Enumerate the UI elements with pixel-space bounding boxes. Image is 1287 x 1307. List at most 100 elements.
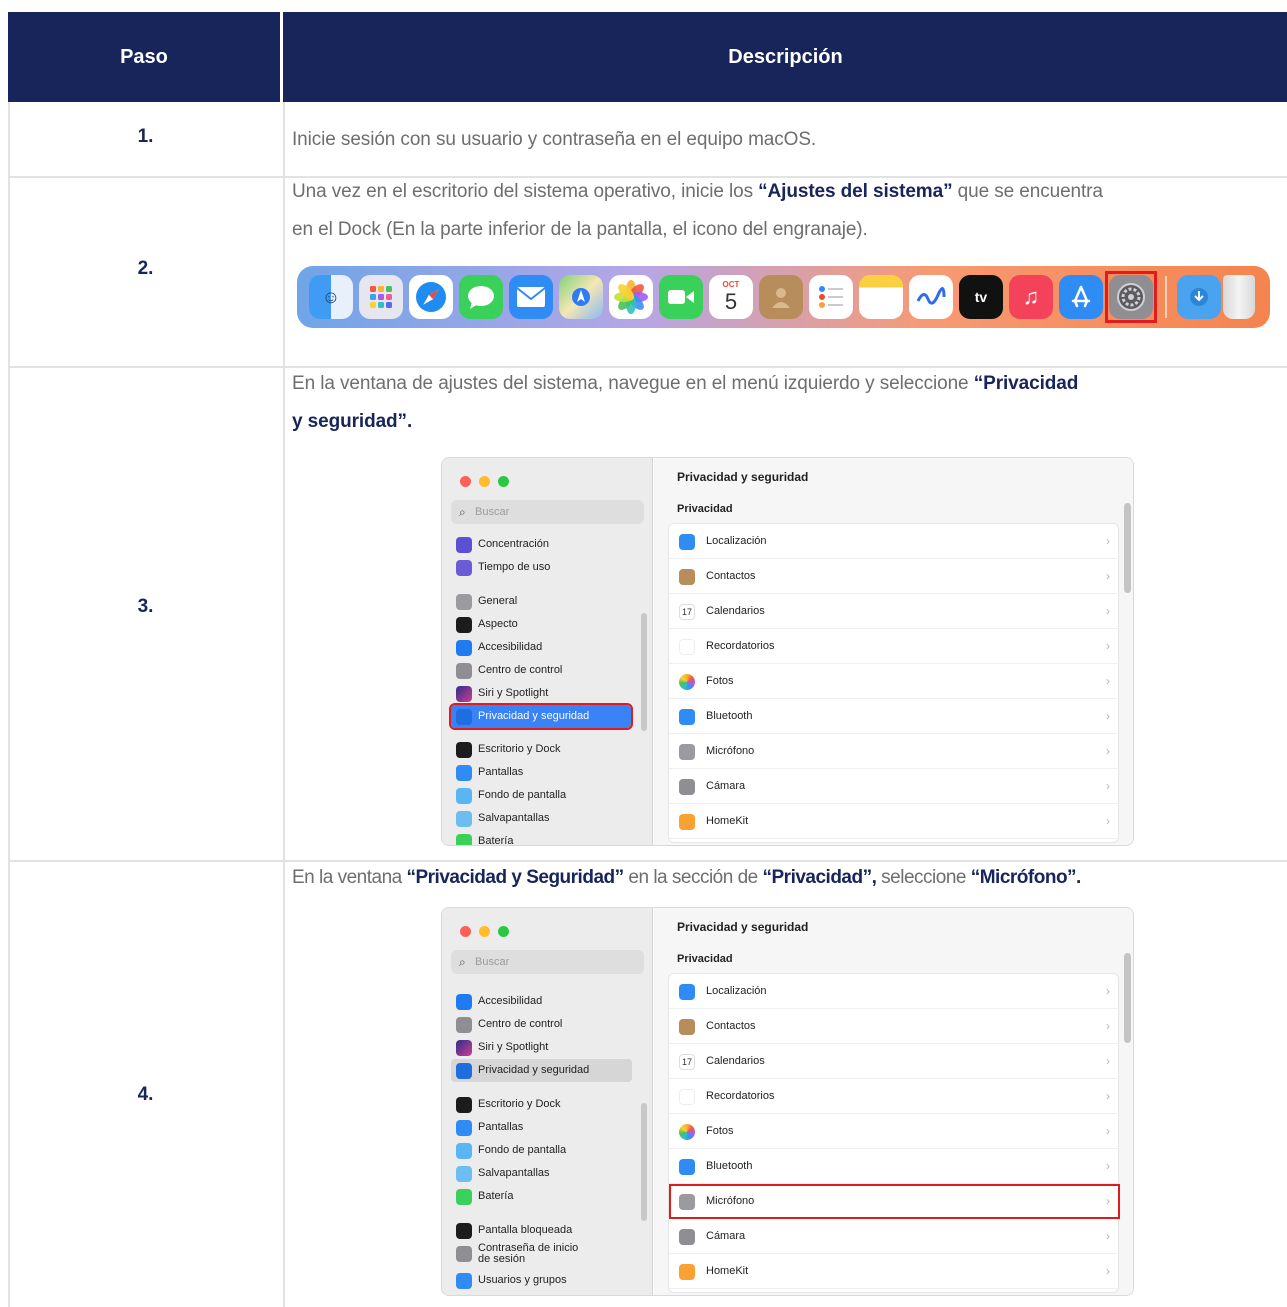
sidebar-item-bateria[interactable]: Batería (451, 830, 631, 845)
sidebar-item-aspecto[interactable]: Aspecto (451, 613, 631, 636)
sidebar-item-concentracion[interactable]: Concentración (451, 533, 631, 556)
photos-icon[interactable] (609, 275, 653, 319)
sidebar-item-siri[interactable]: Siri y Spotlight (451, 1036, 631, 1059)
app-store-icon[interactable] (1059, 275, 1103, 319)
sidebar-item-salvapantallas[interactable]: Salvapantallas (451, 807, 631, 830)
list-item-bluetooth[interactable]: Bluetooth › (669, 1149, 1120, 1184)
freeform-icon[interactable] (909, 275, 953, 319)
sidebar-item-contrasena[interactable]: Contraseña de inicio de sesión (451, 1239, 631, 1269)
sidebar-item-label: Escritorio y Dock (478, 743, 561, 755)
sidebar-scrollbar[interactable] (641, 1103, 647, 1221)
sidebar-item-label: Centro de control (478, 1018, 563, 1030)
sidebar-item-escritorio-dock[interactable]: Escritorio y Dock (451, 738, 631, 761)
text-segment: En la ventana de ajustes del sistema, na… (292, 373, 974, 394)
list-item-label: Localización (706, 535, 767, 547)
close-icon[interactable] (460, 926, 471, 937)
list-item-localizacion[interactable]: Localización › (669, 974, 1120, 1009)
sidebar-item-privacidad[interactable]: Privacidad y seguridad (451, 1059, 632, 1082)
launchpad-icon[interactable] (359, 275, 403, 319)
downloads-icon[interactable] (1177, 275, 1221, 319)
calendar-icon[interactable]: OCT 5 (709, 275, 753, 319)
settings-main-pane: Privacidad y seguridad Privacidad Locali… (654, 458, 1133, 845)
safari-icon[interactable] (409, 275, 453, 319)
list-item-microfono[interactable]: Micrófono › (669, 1184, 1120, 1219)
search-placeholder: Buscar (475, 506, 510, 518)
zoom-icon[interactable] (498, 926, 509, 937)
sidebar-item-label: Privacidad y seguridad (478, 1064, 590, 1076)
contacts-icon (679, 569, 695, 585)
close-icon[interactable] (460, 476, 471, 487)
notes-icon[interactable] (859, 275, 903, 319)
sidebar-scrollbar[interactable] (641, 613, 647, 731)
maps-icon[interactable] (559, 275, 603, 319)
list-item-contactos[interactable]: Contactos › (669, 1009, 1120, 1044)
sidebar-item-label: Privacidad y seguridad (478, 710, 590, 722)
list-item-camara[interactable]: Cámara › (669, 1219, 1120, 1254)
list-item-calendarios[interactable]: 17 Calendarios › (669, 594, 1120, 629)
contacts-icon[interactable] (759, 275, 803, 319)
sidebar-item-pantallas[interactable]: Pantallas (451, 1116, 631, 1139)
sidebar-item-centro-de-control[interactable]: Centro de control (451, 659, 631, 682)
mail-icon[interactable] (509, 275, 553, 319)
list-item-label: Bluetooth (706, 1160, 753, 1172)
sidebar-item-label: Aspecto (478, 618, 518, 630)
chevron-right-icon: › (1106, 1019, 1110, 1033)
sidebar-item-general[interactable]: General (451, 590, 631, 613)
sidebar-item-fondo[interactable]: Fondo de pantalla (451, 1139, 631, 1162)
messages-icon[interactable] (459, 275, 503, 319)
search-input[interactable]: ⌕ Buscar (451, 500, 644, 524)
sidebar-item-accesibilidad[interactable]: Accesibilidad (451, 990, 631, 1013)
list-item-localizacion[interactable]: Localización › (669, 524, 1120, 559)
list-item-homekit[interactable]: HomeKit › (669, 1254, 1120, 1289)
list-item-recordatorios[interactable]: Recordatorios › (669, 629, 1120, 664)
zoom-icon[interactable] (498, 476, 509, 487)
sidebar-item-label: Siri y Spotlight (478, 1041, 549, 1053)
search-input[interactable]: ⌕ Buscar (451, 950, 644, 974)
sidebar-item-label: Salvapantallas (478, 1167, 550, 1179)
list-item-microfono[interactable]: Micrófono › (669, 734, 1120, 769)
sidebar-item-accesibilidad[interactable]: Accesibilidad (451, 636, 631, 659)
list-item-contactos[interactable]: Contactos › (669, 559, 1120, 594)
main-scrollbar[interactable] (1124, 953, 1131, 1043)
chevron-right-icon: › (1106, 1264, 1110, 1278)
step-number: 4. (137, 1084, 154, 1105)
chevron-right-icon: › (1106, 779, 1110, 793)
main-scrollbar[interactable] (1124, 503, 1131, 593)
list-item-bluetooth[interactable]: Bluetooth › (669, 699, 1120, 734)
music-icon[interactable]: ♫ (1009, 275, 1053, 319)
dock-separator (1165, 276, 1167, 318)
sidebar-item-escritorio-dock[interactable]: Escritorio y Dock (451, 1093, 631, 1116)
reminders-icon[interactable] (809, 275, 853, 319)
settings-sidebar: ⌕ Buscar Accesibilidad Centro de control … (442, 908, 653, 1295)
system-settings-highlight (1105, 271, 1157, 323)
sidebar-item-fondo[interactable]: Fondo de pantalla (451, 784, 631, 807)
section-title: Privacidad (677, 503, 733, 515)
sidebar-item-tiempo-de-uso[interactable]: Tiempo de uso (451, 556, 631, 579)
sidebar-item-bateria[interactable]: Batería (451, 1185, 631, 1208)
list-item-label: Contactos (706, 1020, 756, 1032)
list-item-homekit[interactable]: HomeKit › (669, 804, 1120, 839)
trash-icon[interactable] (1223, 275, 1255, 319)
facetime-icon[interactable] (659, 275, 703, 319)
sidebar-item-privacidad[interactable]: Privacidad y seguridad (449, 703, 633, 730)
apple-tv-icon[interactable]: tv (959, 275, 1003, 319)
sidebar-item-salvapantallas[interactable]: Salvapantallas (451, 1162, 631, 1185)
list-item-camara[interactable]: Cámara › (669, 769, 1120, 804)
calendar-icon: 17 (679, 1054, 695, 1070)
sidebar-item-siri[interactable]: Siri y Spotlight (451, 682, 631, 705)
sidebar-item-usuarios[interactable]: Usuarios y grupos (451, 1269, 631, 1292)
minimize-icon[interactable] (479, 926, 490, 937)
list-item-calendarios[interactable]: 17 Calendarios › (669, 1044, 1120, 1079)
step-description: En la ventana de ajustes del sistema, na… (292, 368, 1287, 438)
sidebar-item-label: Fondo de pantalla (478, 789, 567, 801)
list-item-fotos[interactable]: Fotos › (669, 664, 1120, 699)
sidebar-item-label: de sesión (478, 1253, 526, 1265)
list-item-recordatorios[interactable]: Recordatorios › (669, 1079, 1120, 1114)
list-item-fotos[interactable]: Fotos › (669, 1114, 1120, 1149)
sidebar-item-pantallas[interactable]: Pantallas (451, 761, 631, 784)
minimize-icon[interactable] (479, 476, 490, 487)
finder-icon[interactable]: ☺ (309, 275, 353, 319)
text-emphasis: y seguridad”. (292, 411, 413, 432)
sidebar-item-label: Siri y Spotlight (478, 687, 549, 699)
sidebar-item-centro-de-control[interactable]: Centro de control (451, 1013, 631, 1036)
